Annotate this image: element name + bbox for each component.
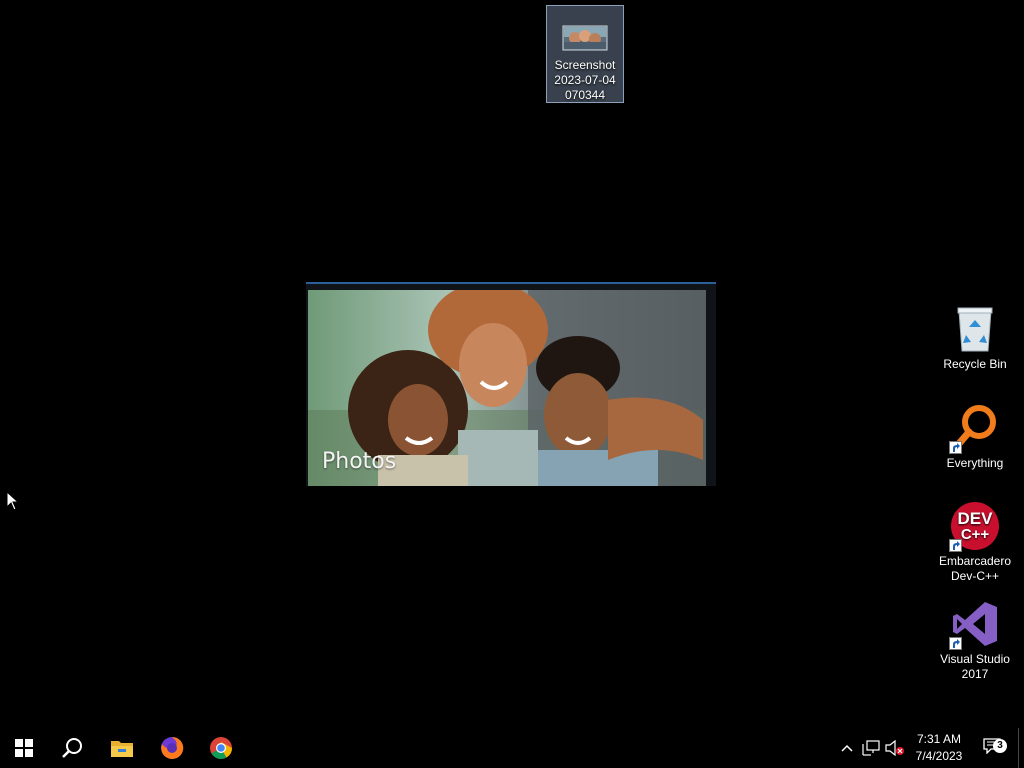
show-desktop-button[interactable] (1018, 728, 1024, 768)
visual-studio-icon (949, 600, 999, 650)
network-icon (862, 740, 880, 756)
image-file-icon (561, 24, 609, 56)
photos-splash-window[interactable]: Photos (306, 282, 716, 486)
desktop-icon-recycle-bin[interactable]: Recycle Bin (936, 305, 1014, 372)
desktop-icon-devcpp[interactable]: DEV C++ Embarcadero Dev-C++ (936, 502, 1014, 584)
mouse-cursor-icon (6, 490, 20, 516)
desktop-icon-everything[interactable]: Everything (936, 404, 1014, 471)
everything-label: Everything (946, 456, 1004, 470)
devcpp-icon: DEV C++ (949, 502, 999, 552)
shortcut-arrow-icon (949, 539, 962, 552)
desktop: Screenshot 2023-07-04 070344 Recycle Bin (0, 0, 1024, 728)
recycle-bin-label: Recycle Bin (943, 357, 1007, 371)
screenshot-label-line3: 070344 (564, 88, 606, 102)
screenshot-label-line1: Screenshot (554, 58, 616, 72)
volume-muted-icon (885, 740, 904, 756)
chrome-icon (210, 737, 232, 759)
taskbar-clock[interactable]: 7:31 AM 7/4/2023 (908, 731, 970, 765)
start-button[interactable] (0, 728, 48, 768)
clock-time: 7:31 AM (916, 732, 962, 746)
desktop-icon-visual-studio[interactable]: Visual Studio 2017 (936, 600, 1014, 682)
show-hidden-icons-button[interactable] (838, 728, 856, 768)
devcpp-label-line1: Embarcadero (938, 554, 1012, 568)
firefox-icon (161, 736, 184, 759)
visual-studio-label-line1: Visual Studio (940, 652, 1010, 666)
windows-start-icon (15, 739, 33, 757)
desktop-icon-screenshot[interactable]: Screenshot 2023-07-04 070344 (546, 5, 624, 103)
firefox-button[interactable] (148, 728, 196, 768)
shortcut-arrow-icon (949, 637, 962, 650)
file-explorer-button[interactable] (98, 728, 146, 768)
devcpp-logo-text-top: DEV (957, 509, 993, 528)
network-button[interactable] (860, 728, 882, 768)
devcpp-logo-text-bottom: C++ (960, 526, 990, 543)
photos-app-title: Photos (322, 449, 397, 474)
search-icon (62, 738, 82, 758)
devcpp-label-line2: Dev-C++ (950, 569, 1000, 583)
visual-studio-label-line2: 2017 (961, 667, 989, 681)
everything-icon (949, 404, 999, 454)
clock-date: 7/4/2023 (915, 749, 963, 763)
search-button[interactable] (48, 728, 96, 768)
notification-count-badge: 3 (993, 738, 1007, 753)
screenshot-label-line2: 2023-07-04 (554, 73, 616, 87)
volume-button[interactable] (884, 728, 906, 768)
shortcut-arrow-icon (949, 441, 962, 454)
chrome-button[interactable] (197, 728, 245, 768)
action-center-button[interactable]: 3 (980, 728, 1007, 768)
taskbar: 7:31 AM 7/4/2023 3 (0, 728, 1024, 768)
recycle-bin-icon (951, 305, 999, 353)
chevron-up-icon (841, 744, 853, 752)
file-explorer-icon (111, 741, 133, 757)
